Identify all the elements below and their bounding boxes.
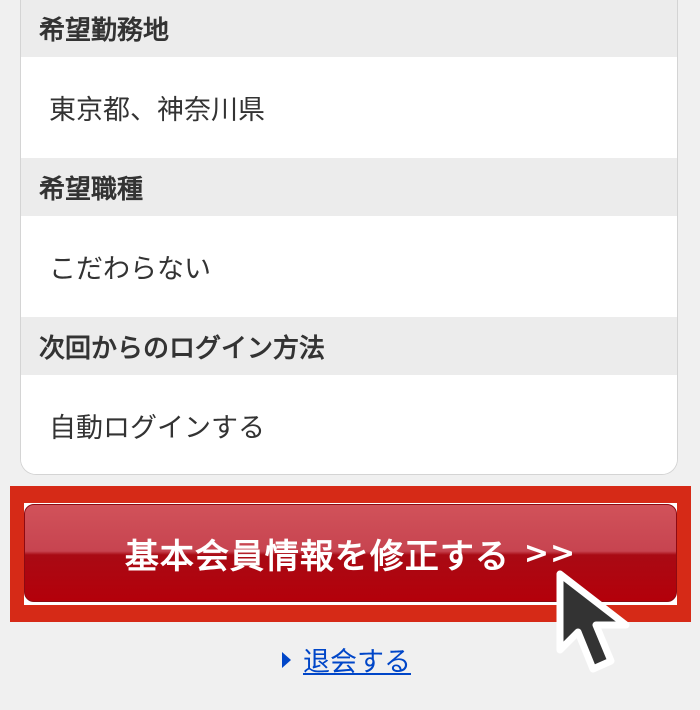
withdraw-link-row: 退会する: [282, 640, 411, 679]
section-heading-work-location: 希望勤務地: [21, 0, 677, 57]
section-value-label: 東京都、神奈川県: [49, 95, 265, 126]
triangle-right-icon: [282, 651, 291, 668]
section-heading-label: 次回からのログイン方法: [39, 333, 326, 364]
edit-basic-info-button-label: 基本会員情報を修正する: [124, 536, 510, 577]
section-heading-job-type: 希望職種: [21, 158, 677, 216]
section-heading-login-method: 次回からのログイン方法: [21, 317, 677, 375]
section-heading-label: 希望職種: [39, 174, 144, 205]
section-heading-label: 希望勤務地: [39, 16, 170, 46]
member-info-card: 希望勤務地 東京都、神奈川県 希望職種 こだわらない 次回からのログイン方法 自…: [20, 0, 678, 475]
withdraw-link[interactable]: 退会する: [303, 640, 411, 679]
section-value-label: 自動ログインする: [49, 412, 265, 444]
section-value-label: こだわらない: [49, 254, 211, 285]
section-value-work-location: 東京都、神奈川県: [21, 57, 677, 158]
section-value-login-method: 自動ログインする: [21, 375, 677, 474]
section-value-job-type: こだわらない: [21, 216, 677, 317]
mouse-pointer-icon: [556, 570, 630, 673]
